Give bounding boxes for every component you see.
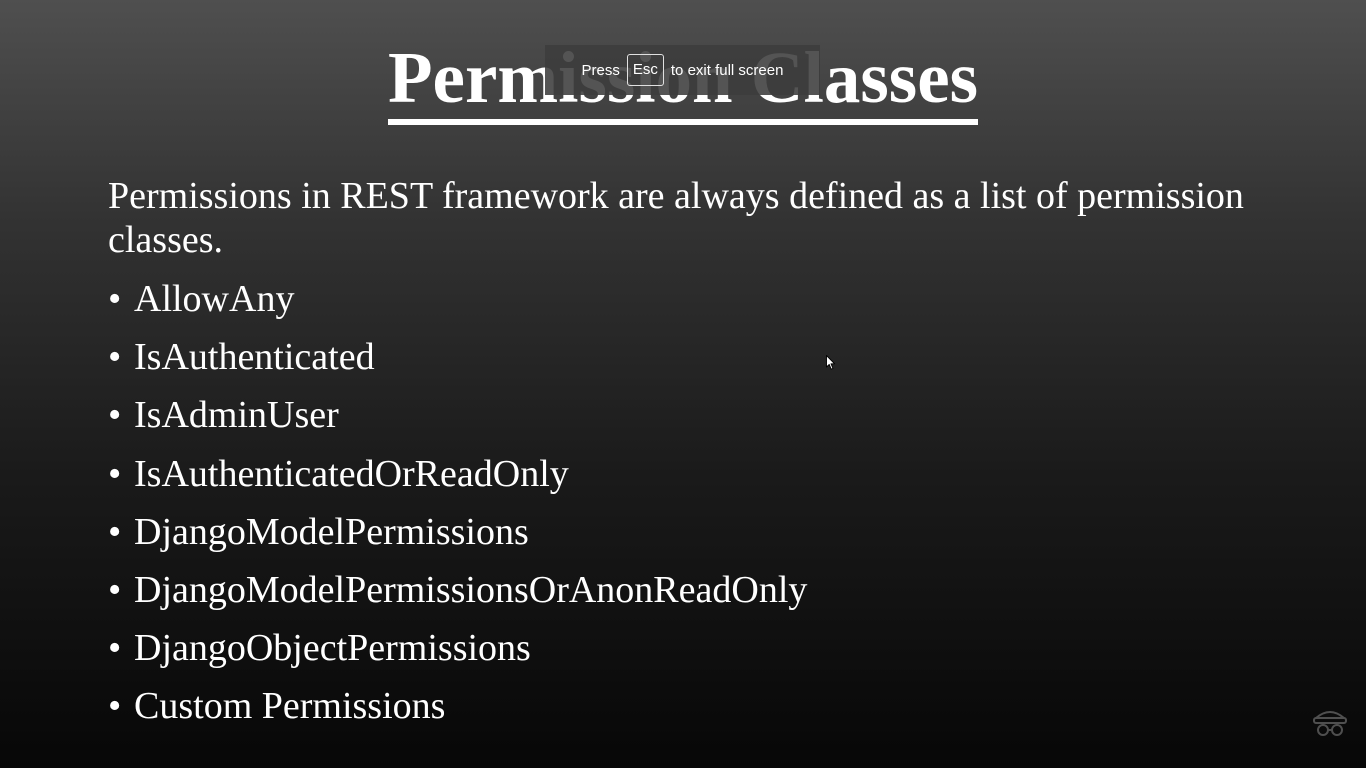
bullet: •	[108, 278, 122, 320]
bullet: •	[108, 627, 122, 670]
watermark-logo-icon	[1313, 711, 1347, 736]
bullet: •	[108, 394, 122, 437]
list-item-label: IsAuthenticated	[134, 336, 375, 379]
list-item-label: DjangoObjectPermissions	[134, 627, 531, 670]
list-item-label: IsAdminUser	[134, 394, 339, 437]
bullet: •	[108, 452, 122, 495]
notice-press-text: Press	[581, 61, 620, 79]
slide: Permission Classes Permissions in REST f…	[0, 0, 1366, 768]
list-item-label: DjangoModelPermissionsOrAnonReadOnly	[134, 568, 808, 611]
list-item: • AllowAny	[108, 277, 807, 335]
bullet: •	[108, 510, 122, 553]
fullscreen-exit-notice: Press Esc to exit full screen	[545, 45, 820, 95]
list-item: • DjangoModelPermissions	[108, 510, 807, 568]
list-item: • DjangoObjectPermissions	[108, 626, 807, 684]
list-item: • IsAuthenticatedOrReadOnly	[108, 452, 807, 510]
mouse-pointer-icon	[826, 355, 836, 370]
list-item-label: IsAuthenticatedOrReadOnly	[134, 452, 569, 495]
list-item: • IsAdminUser	[108, 393, 807, 451]
intro-text: Permissions in REST framework are always…	[108, 175, 1244, 261]
bullet: •	[108, 568, 122, 611]
esc-key-badge: Esc	[626, 54, 664, 86]
list-item-label: DjangoModelPermissions	[134, 510, 529, 553]
list-item-label: Custom Permissions	[134, 685, 446, 728]
bullet: •	[108, 336, 122, 379]
list-item: • IsAuthenticated	[108, 335, 807, 393]
notice-suffix-text: to exit full screen	[670, 61, 784, 79]
list-item: • DjangoModelPermissionsOrAnonReadOnly	[108, 568, 807, 626]
permission-class-list: • AllowAny • IsAuthenticated • IsAdminUser …	[108, 277, 807, 743]
bullet: •	[108, 685, 122, 728]
list-item: • Custom Permissions	[108, 684, 807, 742]
list-item-label: AllowAny	[134, 278, 295, 320]
